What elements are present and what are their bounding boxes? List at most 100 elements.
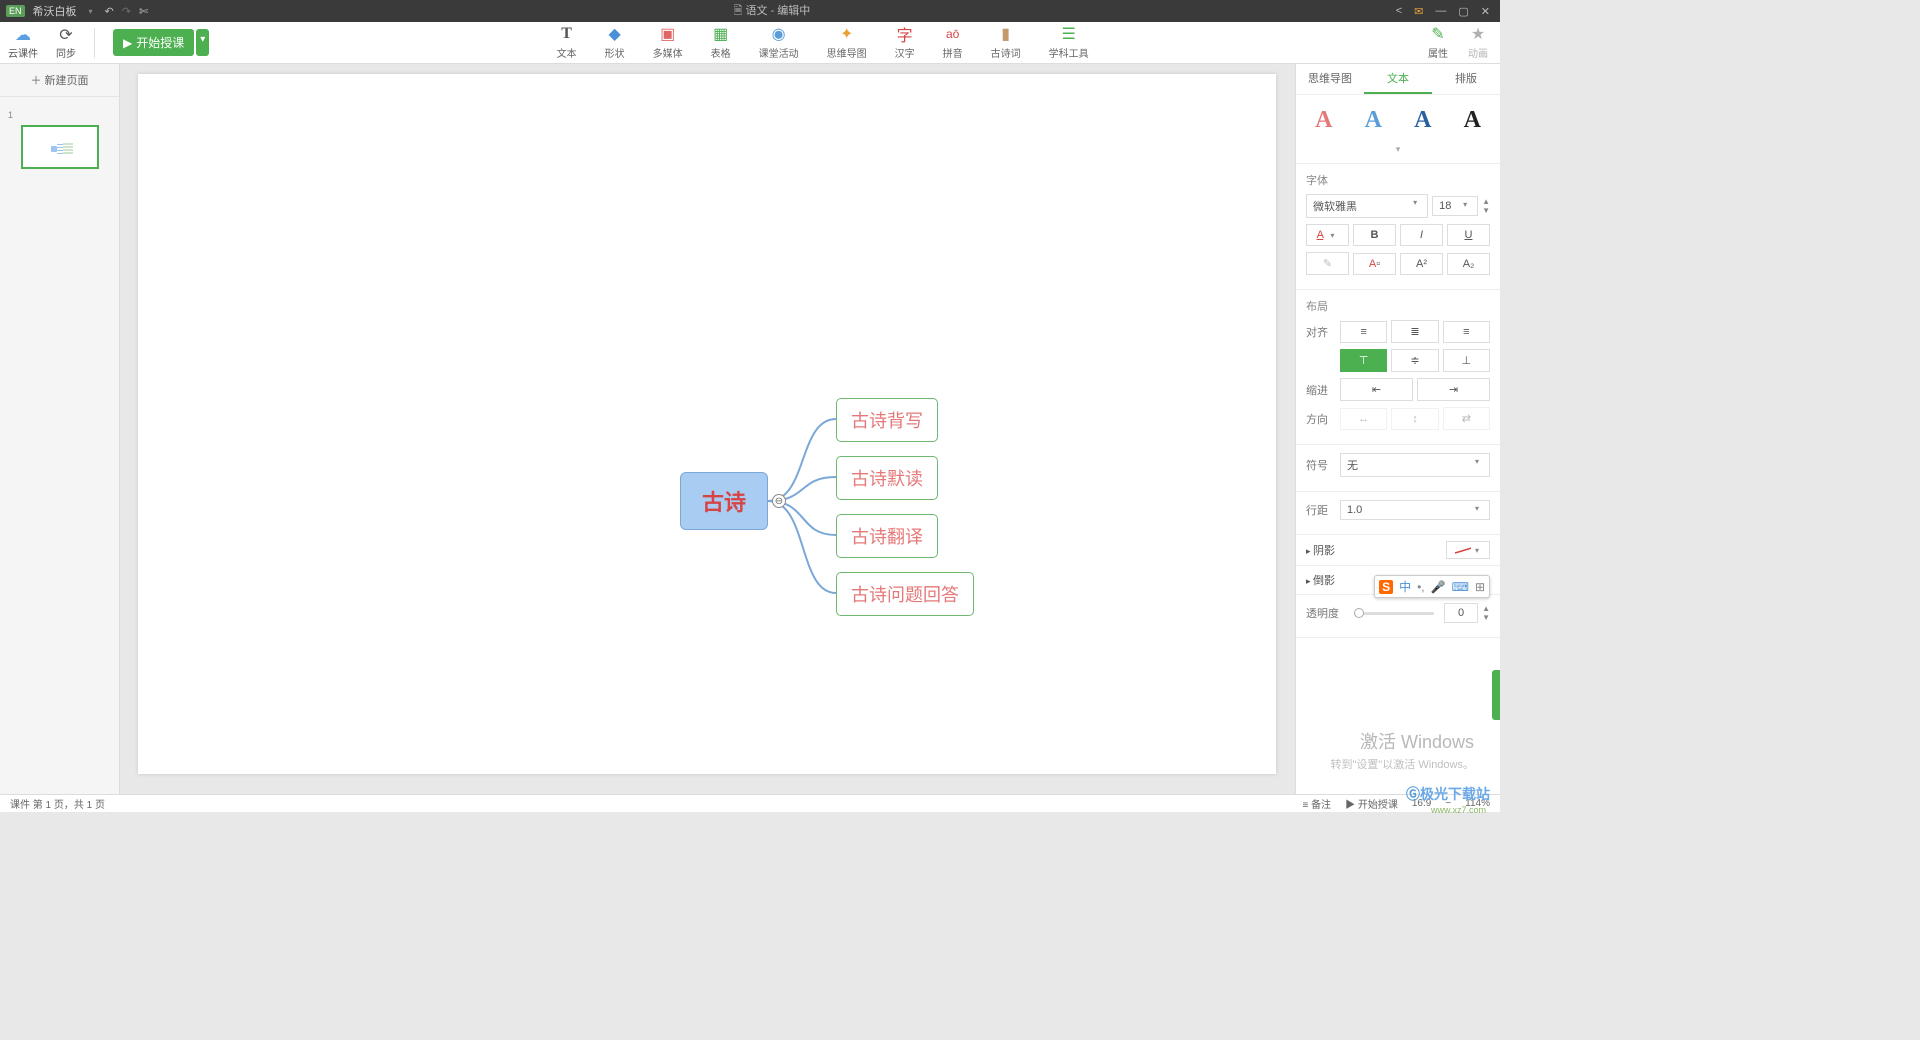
status-bar: 课件 第 1 页，共 1 页 ≡ 备注 ▶ 开始授课 16:9 − 114% bbox=[0, 794, 1500, 812]
thumb-index: 1 bbox=[8, 110, 13, 120]
opacity-down[interactable]: ▼ bbox=[1482, 613, 1490, 622]
dir-rtl-button[interactable]: ⇄ bbox=[1443, 407, 1490, 430]
line-spacing-select[interactable]: 1.0▾ bbox=[1340, 500, 1490, 520]
ime-toolbar[interactable]: S 中 •, 🎤 ⌨ ⊞ bbox=[1374, 575, 1490, 598]
font-section-title: 字体 bbox=[1306, 172, 1490, 188]
start-lesson-status-button[interactable]: ▶ 开始授课 bbox=[1345, 796, 1398, 811]
cut-icon[interactable]: ✄ bbox=[139, 5, 148, 18]
align-left-button[interactable]: ≡ bbox=[1340, 321, 1387, 343]
mindmap-child-2[interactable]: 古诗默读 bbox=[836, 456, 938, 500]
highlight-button[interactable]: A▫ bbox=[1353, 253, 1396, 275]
mindmap-child-1[interactable]: 古诗背写 bbox=[836, 398, 938, 442]
align-center-button[interactable]: ≣ bbox=[1391, 320, 1438, 343]
opacity-up[interactable]: ▲ bbox=[1482, 604, 1490, 613]
clear-format-button[interactable]: ✎ bbox=[1306, 252, 1349, 275]
superscript-button[interactable]: A² bbox=[1400, 253, 1443, 275]
indent-increase-button[interactable]: ⇥ bbox=[1417, 378, 1490, 401]
italic-button[interactable]: I bbox=[1400, 224, 1443, 246]
tab-layout[interactable]: 排版 bbox=[1432, 64, 1500, 94]
start-lesson-dropdown[interactable]: ▾ bbox=[196, 29, 209, 56]
dir-vertical-button[interactable]: ↕ bbox=[1391, 408, 1438, 430]
mindmap-child-3[interactable]: 古诗翻译 bbox=[836, 514, 938, 558]
maximize-icon[interactable]: ▢ bbox=[1458, 5, 1468, 18]
font-size-select[interactable]: 18▾ bbox=[1432, 196, 1478, 216]
star-icon: ★ bbox=[1469, 25, 1487, 43]
slide-thumbnail-1[interactable] bbox=[21, 125, 99, 169]
ime-settings-icon[interactable]: ⊞ bbox=[1475, 580, 1485, 594]
sync-button[interactable]: ⟳ 同步 bbox=[56, 25, 76, 60]
indent-decrease-button[interactable]: ⇤ bbox=[1340, 378, 1413, 401]
poem-icon: ▮ bbox=[997, 25, 1015, 43]
tool-mindmap[interactable]: ✦思维导图 bbox=[827, 25, 867, 60]
tool-activity[interactable]: ◉课堂活动 bbox=[759, 25, 799, 60]
cloud-courseware-button[interactable]: ☁ 云课件 bbox=[8, 25, 38, 60]
tab-mindmap[interactable]: 思维导图 bbox=[1296, 64, 1364, 94]
mindmap-root-node[interactable]: 古诗 bbox=[680, 472, 768, 530]
zoom-out-icon[interactable]: − bbox=[1445, 798, 1451, 809]
shadow-preview[interactable]: ▾ bbox=[1446, 541, 1490, 559]
redo-icon[interactable]: ↷ bbox=[122, 5, 131, 18]
valign-middle-button[interactable]: ≑ bbox=[1391, 349, 1438, 372]
font-color-button[interactable]: A ▾ bbox=[1306, 224, 1349, 246]
align-right-button[interactable]: ≡ bbox=[1443, 321, 1490, 343]
media-icon: ▣ bbox=[659, 25, 677, 43]
new-page-button[interactable]: ＋ 新建页面 bbox=[0, 64, 119, 97]
font-size-down[interactable]: ▼ bbox=[1482, 206, 1490, 215]
animation-button[interactable]: ★动画 bbox=[1468, 25, 1488, 60]
tool-media[interactable]: ▣多媒体 bbox=[653, 25, 683, 60]
opacity-slider[interactable] bbox=[1354, 612, 1434, 615]
bold-button[interactable]: B bbox=[1353, 224, 1396, 246]
ime-lang[interactable]: 中 bbox=[1399, 578, 1411, 595]
tool-shape[interactable]: ◆形状 bbox=[605, 25, 625, 60]
symbol-select[interactable]: 无▾ bbox=[1340, 453, 1490, 477]
tab-text[interactable]: 文本 bbox=[1364, 64, 1432, 94]
minimize-icon[interactable]: — bbox=[1435, 5, 1446, 17]
start-lesson-button[interactable]: ▶ 开始授课 bbox=[113, 29, 194, 56]
slide-panel: ＋ 新建页面 1 bbox=[0, 64, 120, 794]
tool-subject[interactable]: ☰学科工具 bbox=[1049, 25, 1089, 60]
remark-button[interactable]: ≡ 备注 bbox=[1302, 796, 1331, 811]
activity-icon: ◉ bbox=[770, 25, 788, 43]
text-style-preset-3[interactable]: A bbox=[1414, 107, 1431, 134]
play-icon: ▶ bbox=[123, 36, 132, 50]
share-icon[interactable]: < bbox=[1396, 5, 1402, 17]
doc-name: 语文 bbox=[746, 5, 768, 17]
tool-text[interactable]: T文本 bbox=[557, 25, 577, 60]
valign-top-button[interactable]: ⊤ bbox=[1340, 349, 1387, 372]
tool-pinyin[interactable]: aō拼音 bbox=[943, 25, 963, 60]
close-icon[interactable]: ✕ bbox=[1481, 5, 1490, 18]
properties-panel: 思维导图 文本 排版 A A A A ▾ 字体 微软雅黑▾ 18▾ ▲ ▼ A … bbox=[1295, 64, 1500, 794]
dir-horizontal-button[interactable]: ↔ bbox=[1340, 408, 1387, 430]
underline-button[interactable]: U bbox=[1447, 224, 1490, 246]
mail-icon[interactable]: ✉ bbox=[1414, 5, 1423, 18]
layout-section-title: 布局 bbox=[1306, 298, 1490, 314]
side-collapse-tab[interactable] bbox=[1492, 670, 1500, 720]
mindmap-icon: ✦ bbox=[838, 25, 856, 43]
mindmap-child-4[interactable]: 古诗问题回答 bbox=[836, 572, 974, 616]
tool-hanzi[interactable]: 字汉字 bbox=[895, 25, 915, 60]
style-more-caret[interactable]: ▾ bbox=[1306, 144, 1490, 155]
tool-poem[interactable]: ▮古诗词 bbox=[991, 25, 1021, 60]
shape-icon: ◆ bbox=[606, 25, 624, 43]
ime-punct-icon[interactable]: •, bbox=[1417, 580, 1425, 594]
canvas-area[interactable]: 古诗 ⊖ 古诗背写 古诗默读 古诗翻译 古诗问题回答 bbox=[120, 64, 1295, 794]
text-style-preset-2[interactable]: A bbox=[1365, 107, 1382, 134]
ime-keyboard-icon[interactable]: ⌨ bbox=[1452, 580, 1469, 594]
aspect-ratio[interactable]: 16:9 bbox=[1412, 798, 1431, 809]
opacity-value[interactable]: 0 bbox=[1444, 603, 1478, 623]
subscript-button[interactable]: A₂ bbox=[1447, 253, 1490, 275]
ime-mic-icon[interactable]: 🎤 bbox=[1431, 580, 1446, 594]
undo-icon[interactable]: ↶ bbox=[105, 5, 114, 18]
valign-bottom-button[interactable]: ⊥ bbox=[1443, 349, 1490, 372]
tool-table[interactable]: ▦表格 bbox=[711, 25, 731, 60]
text-style-preset-1[interactable]: A bbox=[1315, 107, 1332, 134]
text-style-preset-4[interactable]: A bbox=[1464, 107, 1481, 134]
app-menu-caret[interactable]: ▾ bbox=[85, 7, 97, 16]
cloud-icon: ☁ bbox=[15, 25, 31, 45]
font-size-up[interactable]: ▲ bbox=[1482, 197, 1490, 206]
shadow-section-toggle[interactable]: ▸ 阴影 ▾ bbox=[1296, 535, 1500, 566]
properties-button[interactable]: ✎属性 bbox=[1428, 25, 1448, 60]
font-family-select[interactable]: 微软雅黑▾ bbox=[1306, 194, 1428, 218]
table-icon: ▦ bbox=[712, 25, 730, 43]
mindmap-collapse-button[interactable]: ⊖ bbox=[772, 494, 786, 508]
